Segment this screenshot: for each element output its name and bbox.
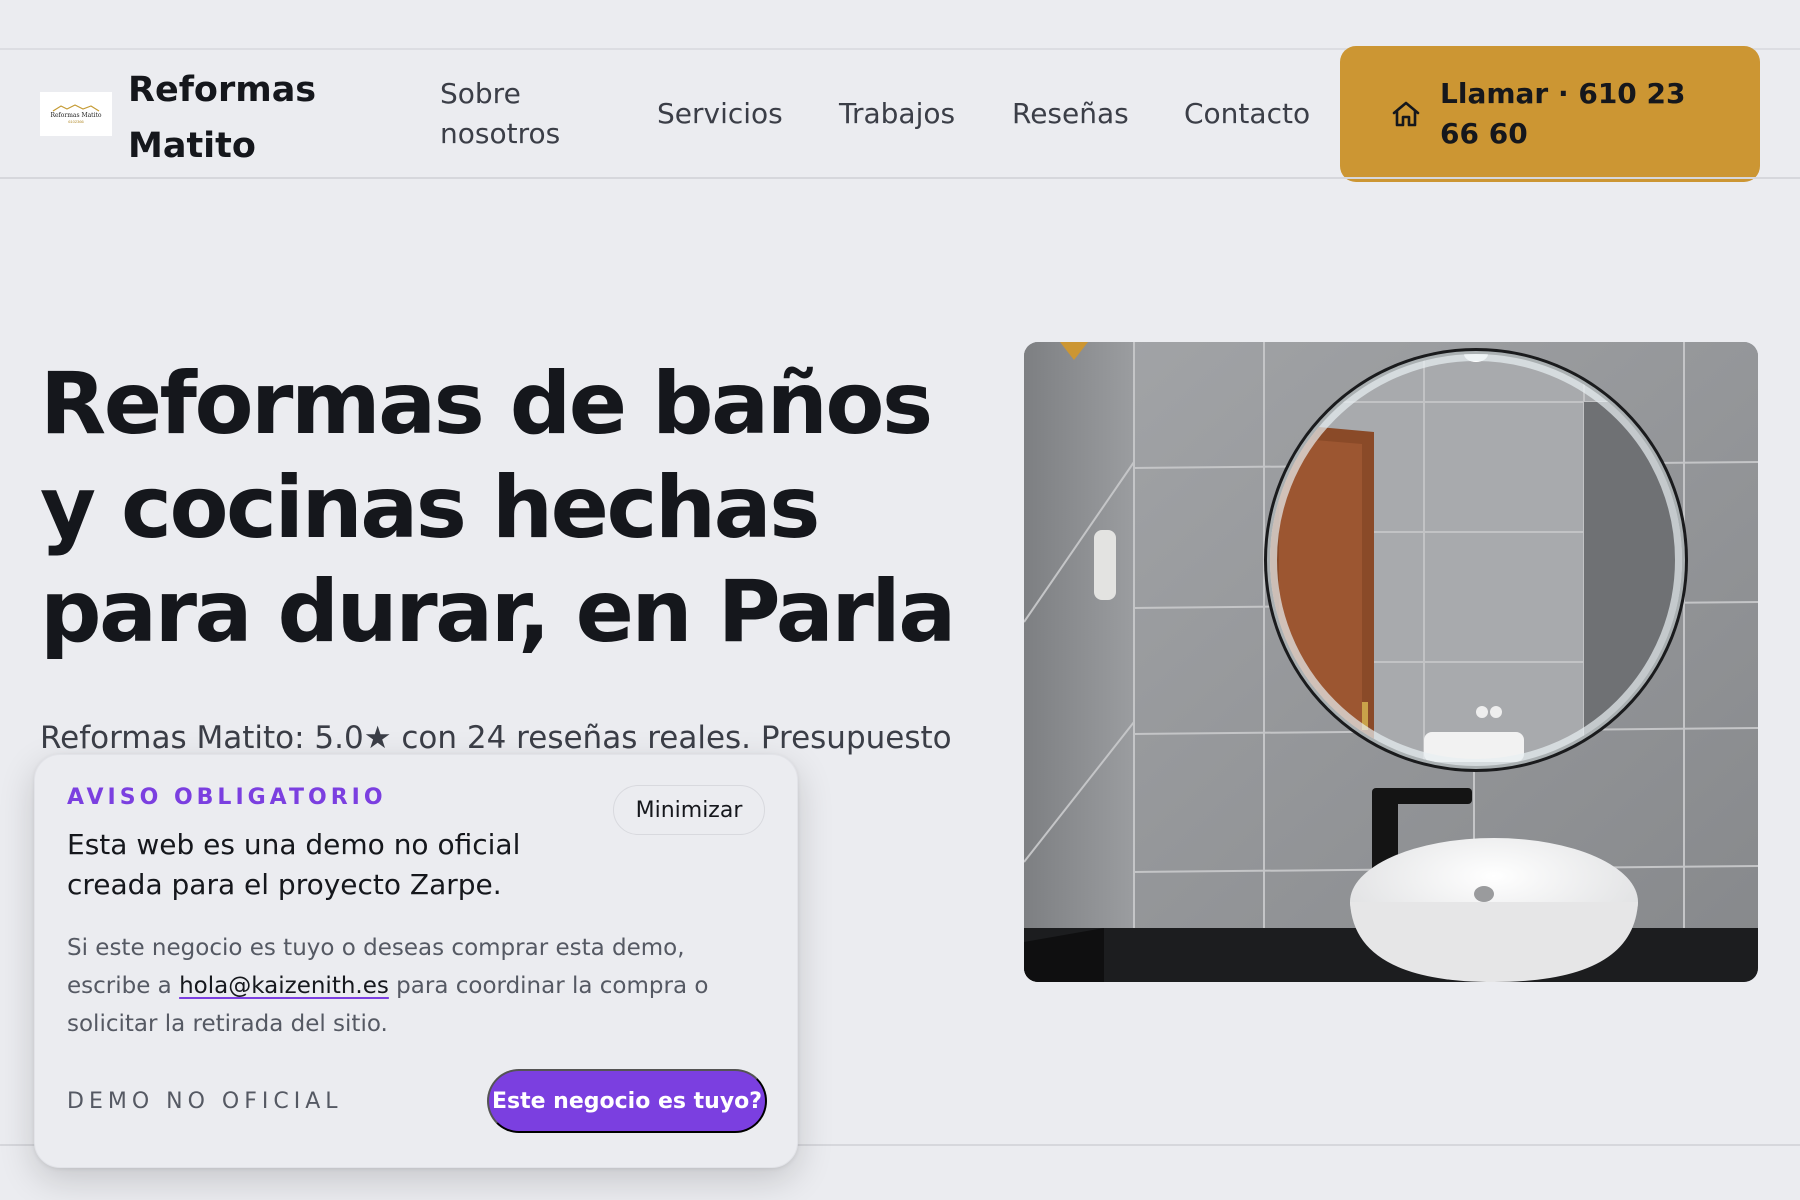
call-button-label: Llamar · 610 23 66 60 — [1440, 77, 1686, 150]
home-icon — [1392, 101, 1420, 127]
demo-label: DEMO NO OFICIAL — [67, 1089, 343, 1114]
claim-business-button[interactable]: Este negocio es tuyo? — [487, 1069, 767, 1133]
nav-item-servicios[interactable]: Servicios — [657, 94, 783, 134]
notice-body: Si este negocio es tuyo o deseas comprar… — [67, 929, 773, 1043]
bathroom-mirror-photo — [1024, 342, 1758, 982]
nav-item-trabajos[interactable]: Trabajos — [839, 94, 955, 134]
logo-text: Reformas Matito — [50, 112, 102, 119]
logo[interactable]: Reformas Matito 6102366 — [40, 92, 112, 136]
minimize-button[interactable]: Minimizar — [613, 785, 765, 835]
hero-image — [1024, 342, 1758, 982]
nav-item-sobre-nosotros[interactable]: Sobre nosotros — [440, 74, 590, 154]
nav-item-resenas[interactable]: Reseñas — [1012, 94, 1129, 134]
header-divider — [0, 177, 1800, 179]
nav-item-contacto[interactable]: Contacto — [1184, 94, 1310, 134]
brand-name[interactable]: Reformas Matito — [128, 62, 328, 174]
demo-notice-panel: AVISO OBLIGATORIO Minimizar Esta web es … — [34, 754, 798, 1168]
call-button[interactable]: Llamar · 610 23 66 60 — [1340, 46, 1760, 182]
roof-logo-icon — [52, 104, 100, 112]
contact-email-link[interactable]: hola@kaizenith.es — [179, 973, 389, 999]
notice-tag: AVISO OBLIGATORIO — [67, 785, 387, 810]
notice-heading: Esta web es una demo no oficial creada p… — [67, 828, 521, 901]
logo-phone: 6102366 — [68, 119, 84, 124]
hero-title: Reformas de baños y cocinas hechas para … — [40, 354, 956, 662]
